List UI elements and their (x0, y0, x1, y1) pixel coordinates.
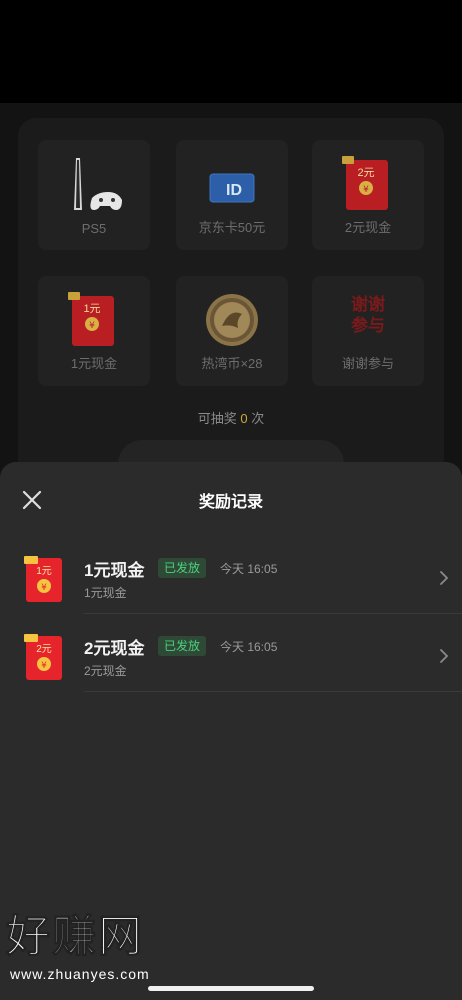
svg-text:1元: 1元 (83, 303, 100, 315)
red-envelope-icon: 2元 ¥ (342, 156, 388, 210)
draw-count: 可抽奖 0 次 (0, 408, 462, 427)
svg-text:1元: 1元 (36, 566, 52, 577)
record-time: 今天 16:05 (220, 640, 278, 654)
divider (84, 613, 462, 614)
thanks-icon: 谢谢参与 (351, 295, 385, 335)
record-time: 今天 16:05 (220, 562, 278, 576)
status-badge: 已发放 (158, 558, 207, 578)
divider (84, 691, 462, 692)
coin-icon (206, 294, 258, 346)
draw-count-prefix: 可抽奖 (197, 411, 237, 426)
svg-text:2元: 2元 (36, 644, 52, 655)
sheet-title: 奖励记录 (198, 494, 263, 511)
chevron-right-icon (440, 649, 449, 663)
svg-text:¥: ¥ (41, 661, 47, 671)
watermark-url: www.zhuanyes.com (10, 966, 150, 982)
jd-card-text: ID (226, 182, 242, 199)
watermark-text: 好赚网 (6, 912, 144, 962)
sheet-header: 奖励记录 (0, 462, 462, 534)
prize-cell-thanks: 谢谢参与 谢谢参与 (312, 276, 424, 386)
prize-cell-ps5: PS5 (38, 140, 150, 250)
record-title: 2元现金 (84, 639, 145, 658)
jd-card-icon: ID (209, 173, 255, 203)
svg-text:2元: 2元 (357, 167, 374, 179)
ps5-console-icon (74, 158, 122, 210)
status-badge: 已发放 (158, 636, 207, 656)
red-envelope-icon: 1元 ¥ (68, 292, 114, 346)
home-indicator (148, 986, 314, 991)
record-subtitle: 2元现金 (84, 664, 127, 678)
prize-label: 1元现金 (70, 356, 118, 371)
prize-label: 2元现金 (344, 220, 392, 235)
red-envelope-icon: 1元 ¥ (24, 556, 62, 602)
prize-cell-coin: 热湾币×28 (176, 276, 288, 386)
top-bar (0, 0, 462, 103)
svg-text:¥: ¥ (363, 185, 369, 195)
svg-text:¥: ¥ (41, 583, 47, 593)
svg-text:¥: ¥ (89, 321, 95, 331)
watermark-logo: 好赚网 www.zhuanyes.com (0, 912, 200, 992)
draw-count-value: 0 (240, 411, 248, 426)
record-subtitle: 1元现金 (84, 586, 127, 600)
red-envelope-icon: 2元 ¥ (24, 634, 62, 680)
prize-cell-jd-card: ID 京东卡50元 (176, 140, 288, 250)
record-title: 1元现金 (84, 561, 145, 580)
prize-cell-1yuan: 1元 ¥ 1元现金 (38, 276, 150, 386)
prize-label: 谢谢参与 (341, 356, 394, 371)
prize-cell-2yuan: 2元 ¥ 2元现金 (312, 140, 424, 250)
draw-count-suffix: 次 (251, 411, 265, 426)
prize-label: 京东卡50元 (198, 220, 266, 235)
prize-label: PS5 (81, 221, 107, 236)
prize-label: 热湾币×28 (201, 356, 263, 371)
chevron-right-icon (440, 571, 449, 585)
